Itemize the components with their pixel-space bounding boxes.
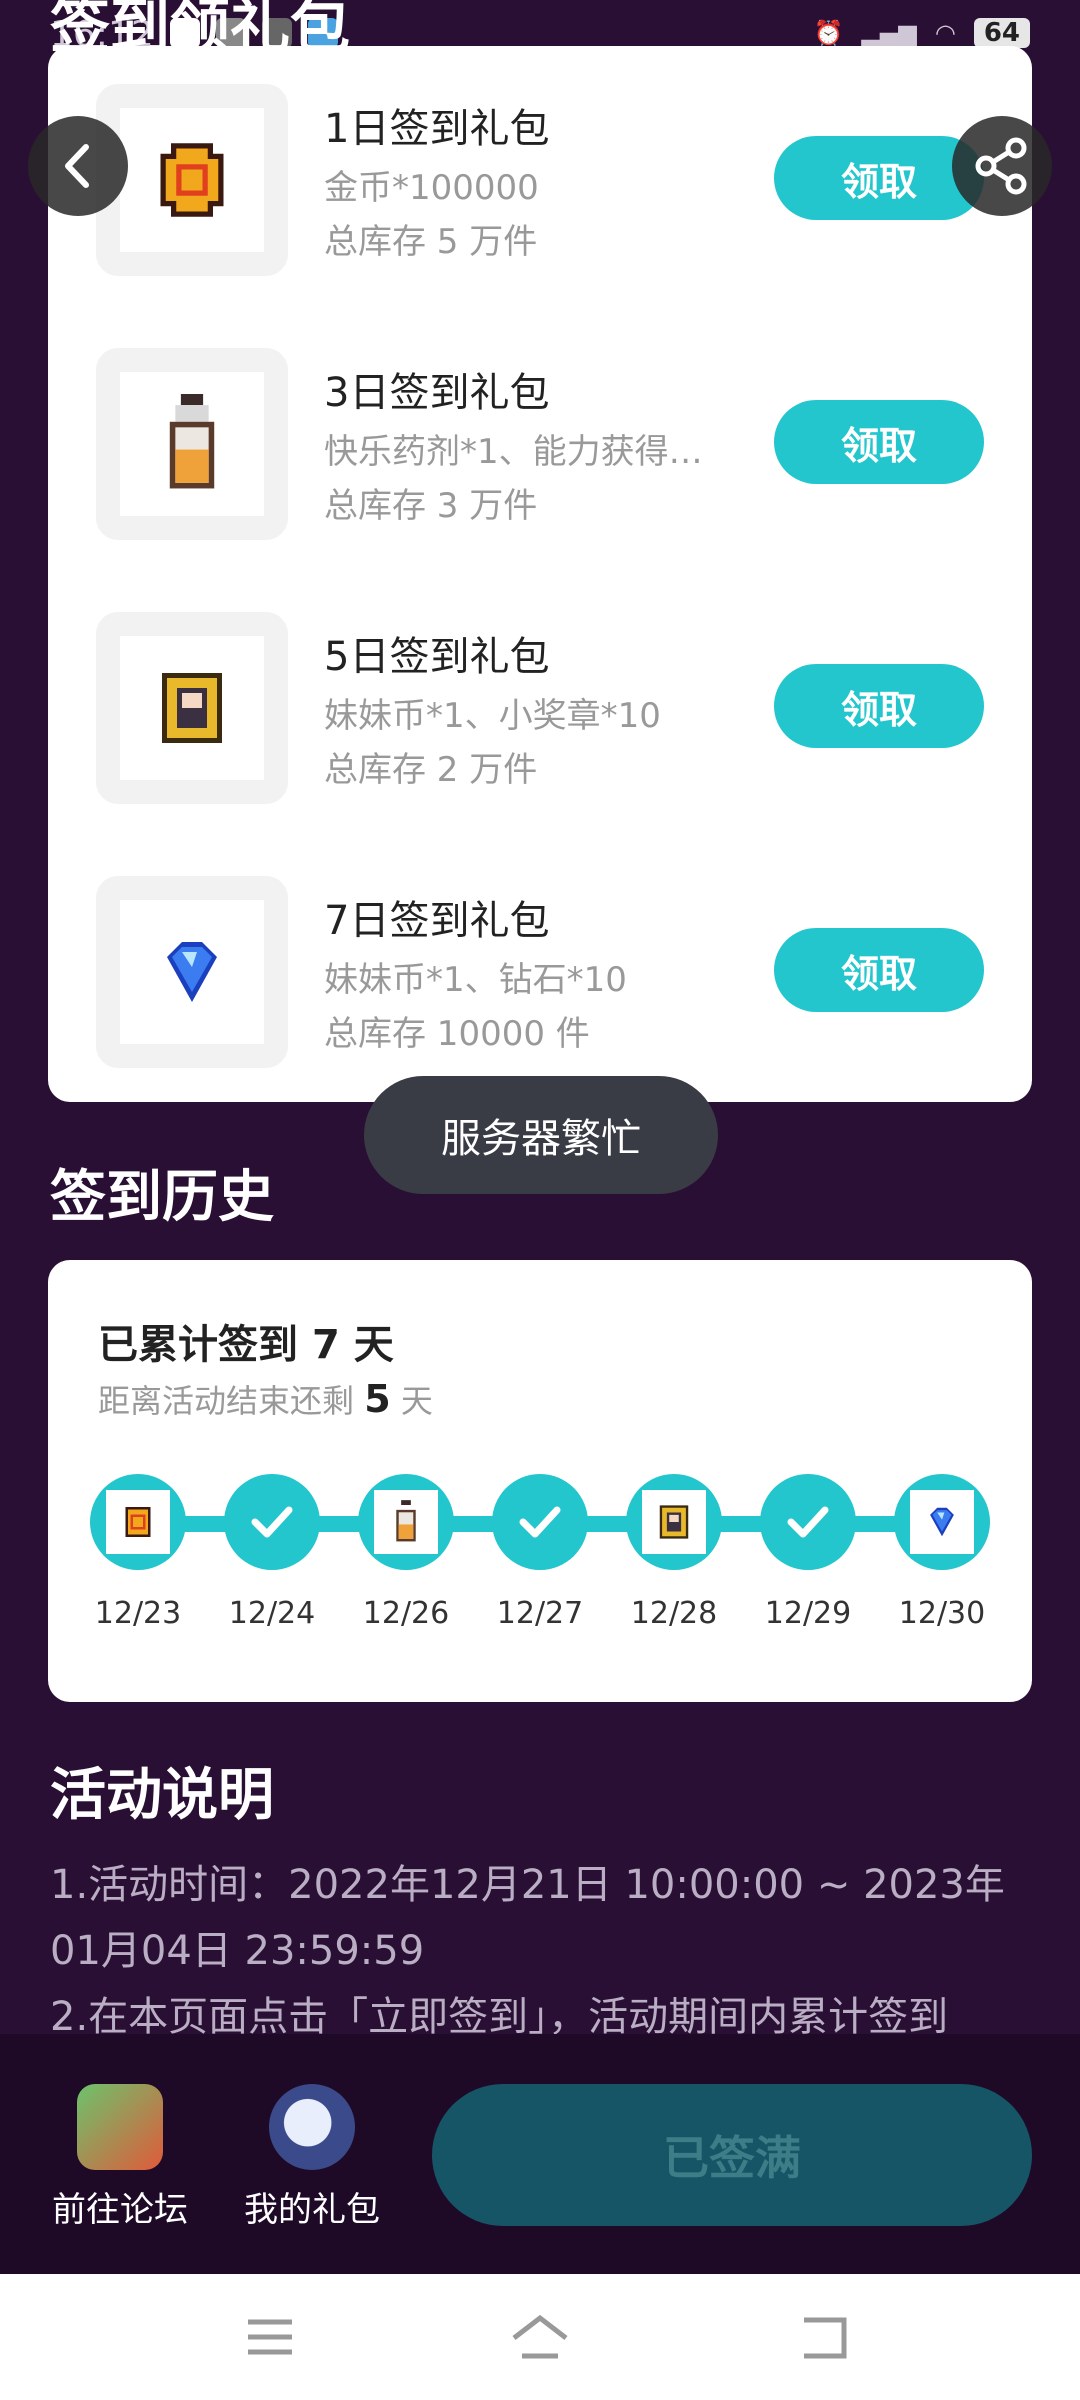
robot-gift-icon [269, 2084, 355, 2170]
home-icon[interactable] [510, 2312, 570, 2362]
my-gifts-label: 我的礼包 [244, 2190, 380, 2230]
signed-full-button[interactable]: 已签满 [432, 2084, 1032, 2226]
share-icon [975, 137, 1027, 195]
share-button[interactable] [952, 116, 1052, 216]
description-text: 1.活动时间：2022年12月21日 10:00:00 ~ 2023年01月04… [50, 1852, 1030, 2050]
coin-icon [160, 143, 224, 217]
bottom-action-bar: 前往论坛 我的礼包 已签满 [0, 2034, 1080, 2274]
check-icon [251, 1506, 293, 1538]
medal-icon [659, 1505, 689, 1539]
history-date: 12/30 [898, 1596, 986, 1631]
claim-button[interactable]: 领取 [774, 664, 984, 748]
system-navigation-bar [0, 2274, 1080, 2400]
forum-label: 前往论坛 [52, 2190, 188, 2230]
gift-title: 3日签到礼包 [324, 370, 550, 416]
diamond-icon [930, 1507, 954, 1537]
total-days: 7 [311, 1322, 340, 1368]
menu-icon[interactable] [240, 2312, 300, 2362]
signal-icon: ▂▄▆ [861, 19, 917, 47]
gift-list-card: 1日签到礼包 金币*100000 总库存 5 万件 领取 3日签到礼包 快乐药剂… [48, 46, 1032, 1102]
gift-stock: 总库存 2 万件 [324, 750, 538, 790]
history-card: 已累计签到 7 天 距离活动结束还剩 5 天 12/23 12/24 12/26… [48, 1260, 1032, 1702]
potion-icon [396, 1500, 416, 1542]
wifi-icon: ◠ [934, 19, 956, 47]
back-button[interactable] [28, 116, 128, 216]
gift-row: 3日签到礼包 快乐药剂*1、能力获得… 总库存 3 万件 领取 [48, 310, 1032, 574]
check-icon [519, 1506, 561, 1538]
gift-stock: 总库存 3 万件 [324, 486, 538, 526]
history-date: 12/27 [496, 1596, 584, 1631]
chevron-left-icon [65, 144, 89, 188]
description-line-1: 1.活动时间：2022年12月21日 10:00:00 ~ 2023年01月04… [50, 1862, 1005, 1974]
forum-button[interactable]: 前往论坛 [30, 2084, 210, 2231]
history-day: 12/30 [894, 1474, 994, 1631]
gift-thumbnail [96, 612, 288, 804]
remain-days: 5 [364, 1377, 391, 1421]
history-date: 12/28 [630, 1596, 718, 1631]
total-suffix: 天 [353, 1322, 394, 1368]
gift-description: 金币*100000 [324, 168, 539, 208]
gift-stock: 总库存 10000 件 [324, 1014, 590, 1054]
forum-app-icon [77, 2084, 163, 2170]
total-prefix: 已累计签到 [98, 1322, 298, 1368]
claim-button[interactable]: 领取 [774, 928, 984, 1012]
gift-title: 5日签到礼包 [324, 634, 550, 680]
claim-button[interactable]: 领取 [774, 400, 984, 484]
gift-description: 妹妹币*1、小奖章*10 [324, 696, 661, 736]
remain-prefix: 距离活动结束还剩 [98, 1382, 355, 1420]
system-icons: ⏰ ▂▄▆ ◠ 64 [814, 18, 1030, 48]
history-day: 12/23 [90, 1474, 190, 1631]
history-day: 12/29 [760, 1474, 860, 1631]
gift-description: 妹妹币*1、钻石*10 [324, 960, 627, 1000]
gift-thumbnail [96, 876, 288, 1068]
battery-icon: 64 [973, 18, 1030, 48]
gift-row: 7日签到礼包 妹妹币*1、钻石*10 总库存 10000 件 领取 [48, 838, 1032, 1102]
history-date: 12/29 [764, 1596, 852, 1631]
my-gifts-button[interactable]: 我的礼包 [222, 2084, 402, 2231]
history-day: 12/28 [626, 1474, 726, 1631]
history-date: 12/24 [228, 1596, 316, 1631]
coin-icon [125, 1507, 151, 1537]
history-day: 12/27 [492, 1474, 592, 1631]
gift-stock: 总库存 5 万件 [324, 222, 538, 262]
gift-title: 1日签到礼包 [324, 106, 550, 152]
server-busy-toast: 服务器繁忙 [364, 1076, 718, 1194]
gift-row: 1日签到礼包 金币*100000 总库存 5 万件 领取 [48, 46, 1032, 310]
medal-icon [162, 673, 222, 743]
history-title: 签到历史 [50, 1165, 274, 1230]
check-icon [787, 1506, 829, 1538]
history-day: 12/24 [224, 1474, 324, 1631]
gift-thumbnail [96, 348, 288, 540]
back-nav-icon[interactable] [796, 2312, 856, 2362]
alarm-icon: ⏰ [813, 19, 844, 47]
remaining-days: 距离活动结束还剩 5 天 [98, 1376, 433, 1422]
remain-suffix: 天 [400, 1382, 433, 1420]
gift-row: 5日签到礼包 妹妹币*1、小奖章*10 总库存 2 万件 领取 [48, 574, 1032, 838]
diamond-icon [167, 942, 217, 1002]
history-date: 12/26 [362, 1596, 450, 1631]
gift-title: 7日签到礼包 [324, 898, 550, 944]
total-signin: 已累计签到 7 天 [98, 1312, 394, 1370]
potion-icon [169, 394, 215, 489]
history-day: 12/26 [358, 1474, 458, 1631]
gift-description: 快乐药剂*1、能力获得… [324, 432, 703, 472]
description-title: 活动说明 [50, 1763, 274, 1828]
history-date: 12/23 [94, 1596, 182, 1631]
